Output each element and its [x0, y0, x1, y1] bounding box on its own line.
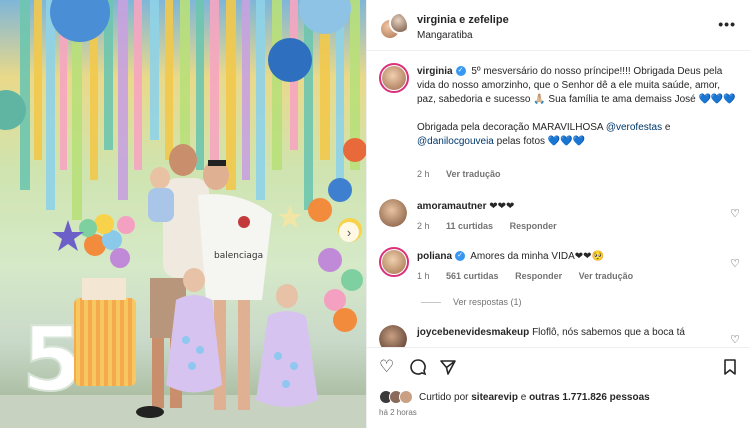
reply-button[interactable]: Responder [515, 271, 562, 281]
comment-item: poliana ✓ Amores da minha VIDA❤❤🥺 1 h 561… [367, 245, 750, 289]
mention-link[interactable]: @verofestas [606, 122, 662, 133]
action-bar: ♡ Curtido por sitearevip e outras 1.771.… [367, 347, 750, 429]
caption-block: virginia ✓ 5º mesversário do nosso prínci… [367, 51, 750, 191]
translate-link[interactable]: Ver tradução [579, 271, 634, 281]
likes-text: Curtido por sitearevip e outras 1.771.82… [419, 392, 650, 403]
avatar [399, 390, 413, 404]
post-sidebar: virginia e zefelipe Mangaratiba ••• virg… [366, 0, 750, 428]
comment-time[interactable]: 2 h [417, 221, 430, 231]
post-time[interactable]: há 2 horas [379, 408, 417, 417]
avatar[interactable] [379, 325, 407, 347]
caption-username[interactable]: virginia [417, 66, 453, 77]
comment-likes[interactable]: 561 curtidas [446, 271, 499, 281]
avatar[interactable] [379, 247, 409, 277]
post-location[interactable]: Mangaratiba [417, 30, 473, 41]
comment-likes[interactable]: 11 curtidas [446, 221, 493, 231]
collab-avatar[interactable] [379, 12, 407, 40]
bookmark-icon[interactable] [722, 358, 738, 380]
comment-username[interactable]: poliana [417, 251, 452, 262]
verified-icon: ✓ [455, 251, 466, 262]
liked-by-user[interactable]: sitearevip [471, 392, 518, 403]
view-replies-label: Ver respostas (1) [453, 297, 522, 307]
comment-icon[interactable] [409, 358, 427, 380]
comment-text: joycebenevidesmakeup Floflô, nós sabemos… [417, 327, 717, 338]
heart-icon[interactable]: ♡ [730, 207, 740, 220]
comment-meta: 2 h 11 curtidas Responder [417, 221, 571, 231]
likes-summary[interactable]: Curtido por sitearevip e outras 1.771.82… [379, 390, 650, 404]
svg-text:balenciaga: balenciaga [214, 251, 263, 261]
comment-body: Amores da minha VIDA❤❤🥺 [470, 251, 604, 262]
send-icon[interactable] [439, 358, 457, 380]
avatar[interactable] [379, 199, 407, 227]
post-header: virginia e zefelipe Mangaratiba ••• [367, 0, 750, 51]
heart-icon[interactable]: ♡ [730, 257, 740, 270]
comment-body: ❤❤❤ [489, 201, 515, 212]
caption-text: virginia ✓ 5º mesversário do nosso prínci… [417, 65, 737, 149]
comment-username[interactable]: joycebenevidesmakeup [417, 327, 529, 338]
reply-button[interactable]: Responder [510, 221, 557, 231]
replies-divider [421, 301, 441, 303]
post-author[interactable]: virginia e zefelipe [417, 14, 509, 26]
comment-text: amoramautner ❤❤❤ [417, 201, 514, 212]
comment-meta: 1 h 561 curtidas Responder Ver tradução [417, 271, 647, 281]
next-photo-button[interactable]: › [339, 222, 359, 242]
mention-link[interactable]: @danilocgouveia [417, 136, 494, 147]
caption-meta: 2 h Ver tradução [417, 169, 515, 179]
heart-icon[interactable]: ♡ [379, 358, 394, 376]
view-replies-button[interactable]: Ver respostas (1) [421, 297, 522, 307]
caption-thanks-prefix: Obrigada pela decoração MARAVILHOSA [417, 122, 606, 133]
comment-text: poliana ✓ Amores da minha VIDA❤❤🥺 [417, 251, 604, 262]
avatar[interactable] [379, 63, 409, 93]
caption-thanks-suffix: pelas fotos 💙💙💙 [493, 136, 586, 147]
comment-item: amoramautner ❤❤❤ 2 h 11 curtidas Respond… [367, 195, 750, 239]
more-horizontal-icon[interactable]: ••• [718, 16, 736, 32]
verified-icon: ✓ [455, 66, 466, 77]
party-photo-illustration: 5 balenciaga [0, 0, 366, 428]
post-photo[interactable]: 5 balenciaga › [0, 0, 366, 428]
translate-link[interactable]: Ver tradução [446, 169, 501, 179]
likes-prefix: Curtido por [419, 391, 472, 403]
comments-area[interactable]: virginia ✓ 5º mesversário do nosso prínci… [367, 51, 750, 347]
likes-others[interactable]: outras 1.771.826 pessoas [529, 392, 650, 403]
comment-username[interactable]: amoramautner [417, 201, 486, 212]
comment-body: Floflô, nós sabemos que a boca tá [532, 327, 685, 338]
caption-time[interactable]: 2 h [417, 169, 430, 179]
likes-mid: e [517, 391, 530, 403]
heart-icon[interactable]: ♡ [730, 333, 740, 346]
comment-item: joycebenevidesmakeup Floflô, nós sabemos… [367, 321, 750, 347]
comment-time[interactable]: 1 h [417, 271, 430, 281]
caption-thanks-mid: e [662, 122, 671, 133]
